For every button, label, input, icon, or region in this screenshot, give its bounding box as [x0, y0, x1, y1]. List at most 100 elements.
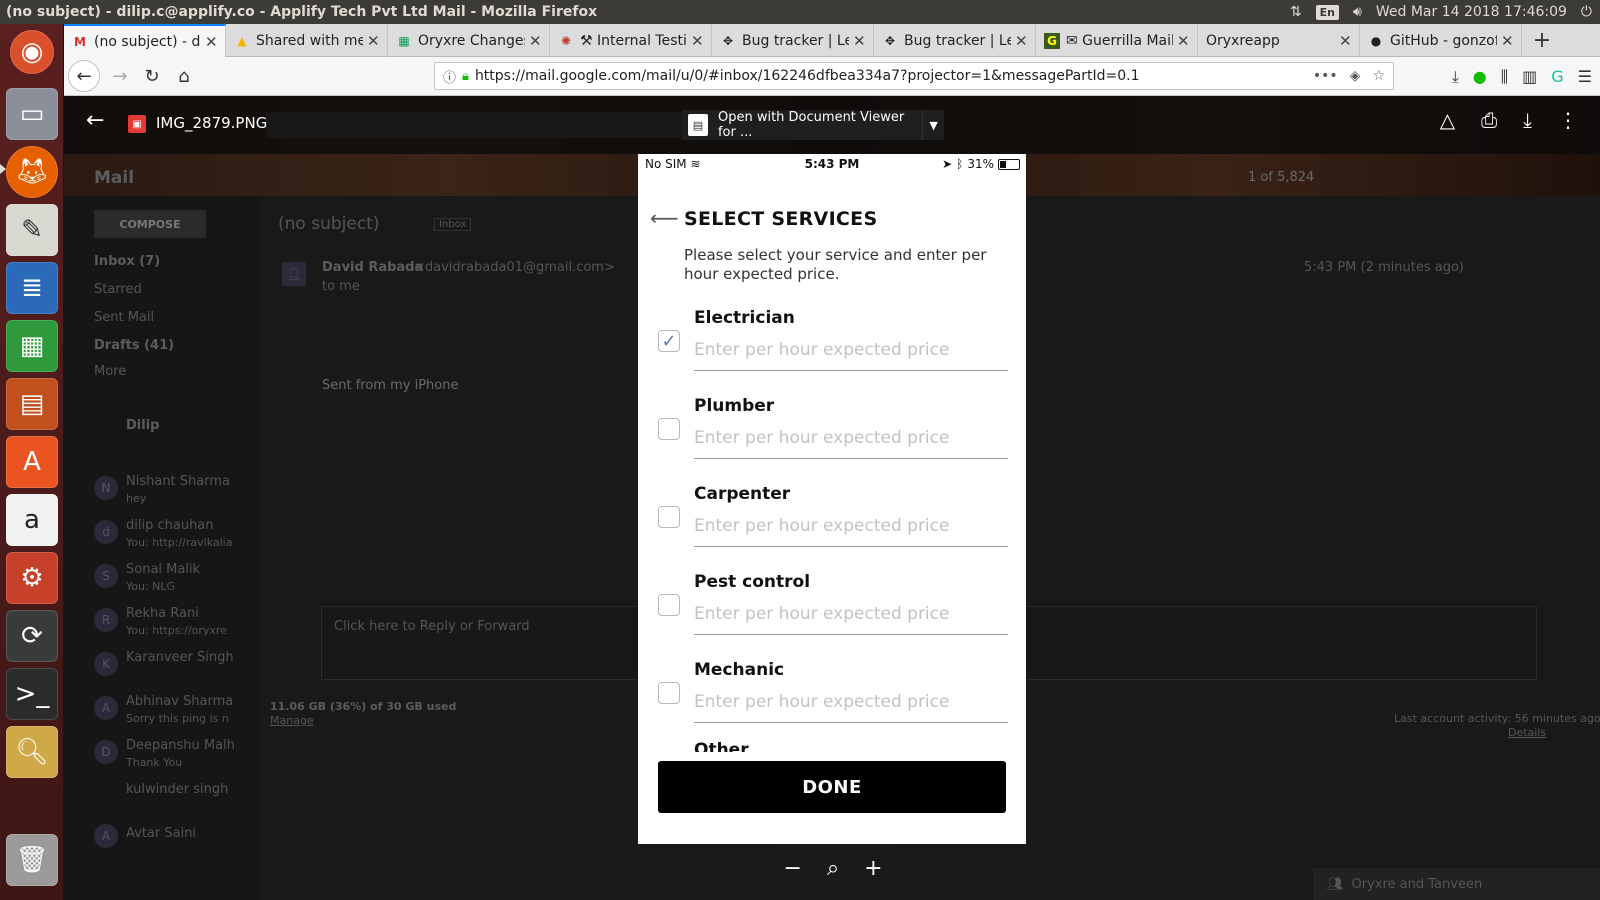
- page-actions-icon[interactable]: •••: [1313, 68, 1338, 84]
- print-icon[interactable]: ⎙: [1481, 108, 1497, 132]
- chat-bar[interactable]: 👥︎ Oryxre and Tanveen: [1313, 868, 1600, 900]
- sender-name[interactable]: David Rabada: [322, 260, 423, 275]
- manage-link[interactable]: Manage: [270, 714, 314, 727]
- dash-home-icon[interactable]: ◉: [10, 30, 54, 74]
- service-checkbox[interactable]: [658, 506, 680, 528]
- extension-icon[interactable]: ●: [1473, 67, 1487, 86]
- recipients[interactable]: to me: [322, 279, 360, 294]
- volume-icon[interactable]: 🔊︎: [1353, 4, 1362, 20]
- zoom-reset-icon[interactable]: ⌕: [827, 856, 839, 881]
- service-checkbox[interactable]: [658, 594, 680, 616]
- tab[interactable]: G ✉ Guerrilla Mail ✕: [1036, 24, 1198, 57]
- image-viewer-icon[interactable]: 🔍︎: [6, 726, 58, 778]
- price-input[interactable]: [694, 600, 1008, 628]
- forward-button[interactable]: →: [104, 60, 136, 92]
- tab[interactable]: ▦ Oryxre Changes ✕: [388, 24, 550, 57]
- details-link[interactable]: Details: [1508, 726, 1546, 739]
- site-info-icon[interactable]: ⓘ: [443, 67, 456, 86]
- price-input[interactable]: [694, 336, 1008, 364]
- close-icon[interactable]: ✕: [1339, 32, 1353, 50]
- compose-button[interactable]: COMPOSE: [94, 210, 206, 238]
- close-icon[interactable]: ✕: [1015, 32, 1029, 50]
- more-options-icon[interactable]: ⋮: [1558, 108, 1578, 132]
- zoom-out-button[interactable]: −: [783, 856, 801, 881]
- writer-icon[interactable]: ≣: [6, 262, 58, 314]
- tab[interactable]: ✥ Bug tracker | Le ✕: [874, 24, 1036, 57]
- files-icon[interactable]: ▭: [6, 88, 58, 140]
- contact-name[interactable]: Nishant Sharma: [126, 474, 230, 489]
- price-input[interactable]: [694, 424, 1008, 452]
- close-viewer-button[interactable]: ←: [86, 108, 104, 133]
- amazon-icon[interactable]: a: [6, 494, 58, 546]
- clock[interactable]: Wed Mar 14 2018 17:46:09: [1376, 4, 1567, 20]
- tab[interactable]: ▲ Shared with me ✕: [226, 24, 388, 57]
- library-icon[interactable]: ⫼: [1501, 67, 1508, 87]
- grammarly-icon[interactable]: G: [1551, 67, 1563, 86]
- price-input[interactable]: [694, 688, 1008, 716]
- text-editor-icon[interactable]: ✎: [6, 204, 58, 256]
- chat-user[interactable]: Dilip: [126, 418, 159, 433]
- contact-name[interactable]: Abhinav Sharma: [126, 694, 233, 709]
- power-icon[interactable]: ⏻: [1581, 4, 1592, 20]
- service-checkbox[interactable]: ✓: [658, 330, 680, 352]
- close-icon[interactable]: ✕: [1501, 32, 1515, 50]
- sidebar-icon[interactable]: ▥: [1522, 67, 1537, 86]
- keyboard-language[interactable]: En: [1315, 4, 1340, 20]
- close-icon[interactable]: ✕: [367, 32, 381, 50]
- contact-name[interactable]: kulwinder singh: [126, 782, 228, 797]
- close-icon[interactable]: ✕: [205, 33, 219, 51]
- nav-inbox[interactable]: Inbox (7): [94, 254, 160, 269]
- trash-icon[interactable]: 🗑︎: [6, 834, 58, 886]
- contact-name[interactable]: dilip chauhan: [126, 518, 214, 533]
- service-checkbox[interactable]: [658, 682, 680, 704]
- impress-icon[interactable]: ▤: [6, 378, 58, 430]
- nav-more[interactable]: More: [94, 364, 126, 379]
- nav-sent[interactable]: Sent Mail: [94, 310, 154, 325]
- downloads-icon[interactable]: ⤓: [1452, 67, 1459, 87]
- url-text[interactable]: https://mail.google.com/mail/u/0/#inbox/…: [475, 68, 1313, 84]
- zoom-in-button[interactable]: +: [864, 856, 882, 881]
- contact-name[interactable]: Karanveer Singh: [126, 650, 234, 665]
- contact-name[interactable]: Sonal Malik: [126, 562, 200, 577]
- close-icon[interactable]: ✕: [1177, 32, 1191, 50]
- chevron-down-icon[interactable]: ▼: [922, 110, 944, 140]
- close-icon[interactable]: ✕: [529, 32, 543, 50]
- network-icon[interactable]: ⇅: [1290, 4, 1302, 20]
- inbox-chip[interactable]: Inbox: [434, 218, 472, 231]
- back-button[interactable]: ←: [68, 60, 100, 92]
- price-input[interactable]: [694, 512, 1008, 540]
- back-arrow-icon[interactable]: ⟵: [650, 206, 679, 230]
- bookmark-star-icon[interactable]: ☆: [1372, 68, 1385, 84]
- tab[interactable]: ● GitHub - gonzof ✕: [1360, 24, 1522, 57]
- nav-starred[interactable]: Starred: [94, 282, 142, 297]
- tab[interactable]: Oryxreapp ✕: [1198, 24, 1360, 57]
- tab[interactable]: ✥ Bug tracker | Le ✕: [712, 24, 874, 57]
- contact-name[interactable]: Rekha Rani: [126, 606, 199, 621]
- pocket-icon[interactable]: ◈: [1350, 68, 1361, 84]
- nav-drafts[interactable]: Drafts (41): [94, 338, 174, 353]
- close-icon[interactable]: ✕: [691, 32, 705, 50]
- close-icon[interactable]: ✕: [853, 32, 867, 50]
- tab[interactable]: M (no subject) - dil ✕: [64, 24, 226, 57]
- contact-name[interactable]: Deepanshu Malh: [126, 738, 235, 753]
- system-settings-icon[interactable]: ⚙: [6, 552, 58, 604]
- url-bar[interactable]: ⓘ 🔒︎ https://mail.google.com/mail/u/0/#i…: [434, 62, 1394, 90]
- contact-name[interactable]: Avtar Saini: [126, 826, 196, 841]
- open-with-button[interactable]: ▤ Open with Document Viewer for ... ▼: [682, 110, 944, 140]
- software-center-icon[interactable]: A: [6, 436, 58, 488]
- reload-button[interactable]: ↻: [136, 60, 168, 92]
- terminal-icon[interactable]: >_: [6, 668, 58, 720]
- service-checkbox[interactable]: [658, 418, 680, 440]
- calc-icon[interactable]: ▦: [6, 320, 58, 372]
- reply-prompt[interactable]: Click here to Reply or Forward: [334, 619, 530, 634]
- updater-icon[interactable]: ⟳: [6, 610, 58, 662]
- mail-label[interactable]: Mail: [94, 168, 134, 188]
- firefox-icon[interactable]: 🦊︎: [6, 146, 58, 198]
- new-tab-button[interactable]: +: [1522, 24, 1562, 57]
- tab[interactable]: ✺ ⚒ Internal Testi ✕: [550, 24, 712, 57]
- done-button[interactable]: DONE: [658, 761, 1006, 813]
- download-icon[interactable]: ⤓: [1523, 108, 1532, 132]
- menu-icon[interactable]: ☰: [1578, 67, 1592, 86]
- add-to-drive-icon[interactable]: △: [1440, 108, 1455, 132]
- home-button[interactable]: ⌂: [168, 60, 200, 92]
